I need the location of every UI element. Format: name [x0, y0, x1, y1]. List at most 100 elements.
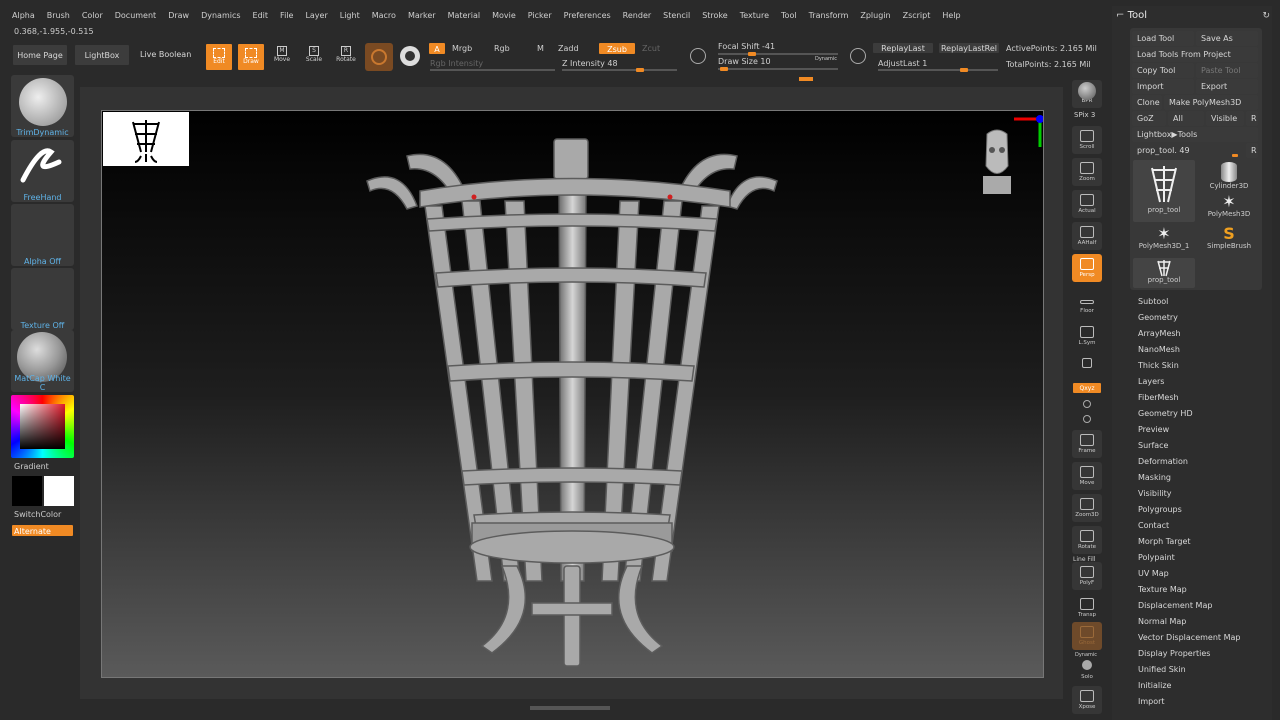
menu-item[interactable]: Stroke: [702, 11, 728, 20]
subpalette-polypaint[interactable]: Polypaint: [1138, 550, 1240, 566]
z-intensity-slider[interactable]: Z Intensity 48: [562, 59, 618, 68]
rotate-y-icon[interactable]: [1083, 400, 1091, 408]
subpalette-display-properties[interactable]: Display Properties: [1138, 646, 1240, 662]
menu-item[interactable]: Material: [448, 11, 481, 20]
menu-item[interactable]: Document: [115, 11, 156, 20]
sculptris-pro-button[interactable]: [365, 43, 393, 71]
adjust-last-knob[interactable]: [960, 68, 968, 72]
a-toggle[interactable]: A: [428, 42, 446, 55]
rotate-z-icon[interactable]: [1083, 415, 1091, 423]
import-button[interactable]: Import: [1132, 79, 1194, 94]
alternate-button[interactable]: Alternate: [11, 524, 74, 537]
scroll-button[interactable]: Scroll: [1072, 126, 1102, 154]
frame-button[interactable]: Frame: [1072, 430, 1102, 458]
material-selector[interactable]: MatCap White C: [11, 330, 74, 392]
z-intensity-knob[interactable]: [636, 68, 644, 72]
subpalette-initialize[interactable]: Initialize: [1138, 678, 1240, 694]
polyf-button[interactable]: PolyF: [1072, 562, 1102, 590]
home-page-button[interactable]: Home Page: [12, 44, 68, 66]
menu-item[interactable]: Marker: [408, 11, 436, 20]
xpose-button[interactable]: Xpose: [1072, 686, 1102, 714]
focal-shift-knob[interactable]: [748, 52, 756, 56]
draw-size-slider[interactable]: Draw Size 10: [718, 57, 771, 66]
subpalette-nanomesh[interactable]: NanoMesh: [1138, 342, 1240, 358]
viewport-canvas[interactable]: [101, 110, 1044, 678]
copy-tool-button[interactable]: Copy Tool: [1132, 63, 1194, 78]
color-square[interactable]: [20, 404, 65, 449]
subpalette-geometry[interactable]: Geometry: [1138, 310, 1240, 326]
rgb-intensity-slider[interactable]: Rgb Intensity: [430, 59, 483, 68]
tool-thumb-prop-tool-small[interactable]: prop_tool: [1133, 258, 1195, 288]
menu-item[interactable]: Alpha: [12, 11, 35, 20]
subpalette-texture-map[interactable]: Texture Map: [1138, 582, 1240, 598]
subpalette-contact[interactable]: Contact: [1138, 518, 1240, 534]
focal-shift-slider[interactable]: Focal Shift -41: [718, 42, 775, 51]
switch-color-button[interactable]: SwitchColor: [14, 510, 61, 519]
subpalette-surface[interactable]: Surface: [1138, 438, 1240, 454]
menu-item[interactable]: Texture: [740, 11, 769, 20]
current-tool-r-button[interactable]: R: [1246, 143, 1258, 158]
menu-item[interactable]: Zplugin: [860, 11, 890, 20]
zsub-button[interactable]: Zsub: [598, 42, 636, 55]
menu-item[interactable]: Color: [82, 11, 103, 20]
alpha-selector[interactable]: Alpha Off: [11, 204, 74, 266]
menu-item[interactable]: File: [280, 11, 293, 20]
m-button[interactable]: M: [537, 44, 544, 53]
menu-item[interactable]: Macro: [372, 11, 396, 20]
floor-button[interactable]: Floor: [1072, 290, 1102, 318]
draw-size-knob[interactable]: [720, 67, 728, 71]
brush-selector[interactable]: TrimDynamic: [11, 75, 74, 137]
stroke-selector[interactable]: FreeHand: [11, 140, 74, 202]
subpalette-displacement-map[interactable]: Displacement Map: [1138, 598, 1240, 614]
subpalette-arraymesh[interactable]: ArrayMesh: [1138, 326, 1240, 342]
zcut-button[interactable]: Zcut: [642, 44, 660, 53]
tool-thumb-prop-tool[interactable]: prop_tool: [1133, 160, 1195, 222]
menu-item[interactable]: Tool: [781, 11, 797, 20]
lsym-button[interactable]: L.Sym: [1072, 322, 1102, 350]
menu-item[interactable]: Render: [623, 11, 651, 20]
paste-tool-button[interactable]: Paste Tool: [1196, 63, 1258, 78]
subpalette-subtool[interactable]: Subtool: [1138, 294, 1240, 310]
subpalette-fibermesh[interactable]: FiberMesh: [1138, 390, 1240, 406]
color-picker[interactable]: [11, 395, 74, 458]
timeline-bar[interactable]: [530, 706, 610, 710]
replay-last-rel-button[interactable]: ReplayLastRel: [938, 42, 1000, 54]
rgb-button[interactable]: Rgb: [494, 44, 510, 53]
persp-button[interactable]: Persp: [1072, 254, 1102, 282]
lightbox-button[interactable]: LightBox: [74, 44, 130, 66]
ghost-button[interactable]: Ghost: [1072, 622, 1102, 650]
texture-selector[interactable]: Texture Off: [11, 268, 74, 330]
zadd-button[interactable]: Zadd: [558, 44, 579, 53]
zoom-button[interactable]: Zoom: [1072, 158, 1102, 186]
menu-item[interactable]: Picker: [528, 11, 552, 20]
subpalette-import[interactable]: Import: [1138, 694, 1240, 710]
lock-icon[interactable]: [1082, 358, 1092, 368]
tool-thumb-polymesh3d-1[interactable]: ✶ PolyMesh3D_1: [1133, 226, 1195, 256]
move-mode-button[interactable]: M Move: [270, 44, 294, 70]
secondary-color-swatch[interactable]: [12, 476, 42, 506]
bpr-button[interactable]: BPR: [1072, 80, 1102, 108]
tool-thumb-cylinder3d[interactable]: Cylinder3D: [1198, 160, 1260, 192]
scale-mode-button[interactable]: S Scale: [302, 44, 326, 70]
menu-item[interactable]: Light: [340, 11, 360, 20]
edit-mode-button[interactable]: Edit: [205, 43, 233, 71]
primary-color-swatch[interactable]: [44, 476, 74, 506]
lightbox-tools-button[interactable]: Lightbox▶Tools: [1132, 127, 1258, 142]
solo-button[interactable]: Solo: [1072, 656, 1102, 684]
palette-options-icon[interactable]: ↻: [1262, 11, 1270, 21]
rotate-mode-button[interactable]: R Rotate: [334, 44, 358, 70]
dynamic-toggle[interactable]: Dynamic: [815, 56, 837, 62]
subpalette-thick-skin[interactable]: Thick Skin: [1138, 358, 1240, 374]
move-view-button[interactable]: Move: [1072, 462, 1102, 490]
menu-item[interactable]: Zscript: [903, 11, 931, 20]
live-boolean-button[interactable]: Live Boolean: [140, 50, 191, 59]
subpalette-vector-displacement-map[interactable]: Vector Displacement Map: [1138, 630, 1240, 646]
aahalf-button[interactable]: AAHalf: [1072, 222, 1102, 250]
subpalette-unified-skin[interactable]: Unified Skin: [1138, 662, 1240, 678]
draw-mode-button[interactable]: Draw: [237, 43, 265, 71]
subpalette-uv-map[interactable]: UV Map: [1138, 566, 1240, 582]
menu-item[interactable]: Brush: [47, 11, 70, 20]
menu-item[interactable]: Help: [942, 11, 960, 20]
actual-button[interactable]: Actual: [1072, 190, 1102, 218]
subpalette-normal-map[interactable]: Normal Map: [1138, 614, 1240, 630]
